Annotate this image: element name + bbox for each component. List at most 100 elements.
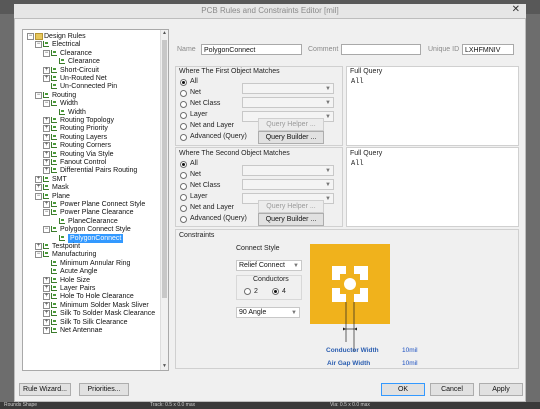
cancel-button[interactable]: Cancel [430, 383, 474, 396]
expand-icon[interactable]: + [43, 133, 50, 141]
comment-field[interactable] [341, 44, 421, 55]
first-query-helper-button[interactable]: Query Helper ... [258, 118, 324, 131]
scroll-up-icon[interactable]: ▲ [161, 30, 168, 37]
collapse-icon[interactable]: − [35, 251, 42, 259]
second-full-query-text: All [351, 160, 364, 168]
second-match-option-radio[interactable] [180, 216, 187, 223]
first-match-option-radio[interactable] [180, 123, 187, 130]
expand-icon[interactable]: + [35, 184, 42, 192]
unique-id-field[interactable]: LXHFMNIV [462, 44, 514, 55]
status-fragment-2: Track: 0.5 x 0.0 max [150, 402, 196, 408]
expand-icon[interactable]: + [43, 285, 50, 292]
expand-icon[interactable]: + [35, 243, 42, 250]
rule-icon [59, 234, 65, 241]
rule-wizard-button[interactable]: Rule Wizard... [19, 383, 71, 396]
apply-button[interactable]: Apply [479, 383, 523, 396]
angle-combo[interactable]: 90 Angle ▼ [236, 307, 300, 318]
collapse-icon[interactable]: − [43, 100, 50, 108]
second-match-option-radio[interactable] [180, 194, 187, 201]
expand-icon[interactable]: + [43, 159, 50, 166]
rule-icon [51, 285, 57, 291]
rule-icon [51, 100, 57, 107]
second-match-option-radio[interactable] [180, 183, 187, 190]
rule-icon [51, 142, 57, 149]
collapse-icon[interactable]: − [35, 91, 42, 99]
expand-icon[interactable]: + [43, 201, 50, 208]
conductor-width-value[interactable]: 10mil [402, 347, 418, 354]
first-netclass-combo[interactable]: ▼ [242, 97, 334, 108]
expand-icon[interactable]: + [43, 276, 50, 284]
second-full-query-label: Full Query [350, 150, 383, 157]
scroll-thumb[interactable] [162, 40, 167, 298]
expand-icon[interactable]: + [43, 310, 50, 318]
rule-icon [51, 310, 57, 317]
connect-style-value: Relief Connect [239, 262, 285, 269]
second-query-builder-button[interactable]: Query Builder ... [258, 213, 324, 226]
second-match-option-radio[interactable] [180, 205, 187, 212]
first-match-option-radio[interactable] [180, 90, 187, 97]
conductors-4-radio[interactable] [272, 288, 279, 295]
drill-hole [344, 278, 356, 290]
expand-icon[interactable]: + [43, 327, 50, 334]
collapse-icon[interactable]: − [35, 41, 42, 49]
rules-tree[interactable]: − Design Rules − Electrical − Clearance Cleara… [22, 29, 169, 371]
ok-button[interactable]: OK [381, 383, 425, 396]
first-match-option-radio[interactable] [180, 134, 187, 141]
status-strip: Rounds Shape Track: 0.5 x 0.0 max Via: 0… [0, 402, 540, 409]
first-query-builder-button[interactable]: Query Builder ... [258, 131, 324, 144]
constraints-group: Constraints Connect Style Relief Connect… [175, 229, 519, 369]
expand-icon[interactable]: + [43, 125, 50, 133]
conductors-4-label: 4 [282, 288, 286, 295]
second-full-query-box[interactable]: Full Query All [346, 147, 519, 227]
rule-icon [51, 133, 57, 140]
second-net-combo[interactable]: ▼ [242, 165, 334, 176]
conductors-2-label: 2 [254, 288, 258, 295]
priorities-button[interactable]: Priorities... [79, 383, 129, 396]
first-match-option-radio[interactable] [180, 112, 187, 119]
scroll-down-icon[interactable]: ▼ [161, 363, 168, 370]
expand-icon[interactable]: + [43, 293, 50, 301]
rule-icon [51, 117, 57, 123]
tree-scrollbar[interactable]: ▲ ▼ [160, 30, 168, 370]
expand-icon[interactable]: + [43, 117, 50, 124]
rule-icon [43, 91, 49, 98]
first-match-option-radio[interactable] [180, 101, 187, 108]
rule-icon [51, 293, 57, 300]
expand-icon[interactable]: + [43, 301, 50, 309]
constraints-title: Constraints [179, 232, 215, 239]
air-gap-value[interactable]: 10mil [402, 360, 418, 367]
first-full-query-box[interactable]: Full Query All [346, 66, 519, 146]
expand-icon[interactable]: + [43, 142, 50, 150]
collapse-icon[interactable]: − [43, 49, 50, 57]
second-match-option-radio[interactable] [180, 161, 187, 168]
connect-style-label: Connect Style [236, 245, 280, 252]
expand-icon[interactable]: + [35, 175, 42, 183]
first-match-group: Where The First Object Matches All Net Net… [175, 66, 343, 146]
collapse-icon[interactable]: − [35, 192, 42, 200]
angle-value: 90 Angle [239, 309, 267, 316]
close-icon[interactable]: ✕ [512, 4, 520, 15]
second-match-option-label: Advanced (Query) [190, 215, 247, 222]
name-field[interactable]: PolygonConnect [201, 44, 302, 55]
collapse-icon[interactable]: − [27, 33, 34, 40]
collapse-icon[interactable]: − [43, 226, 50, 234]
conductors-2-radio[interactable] [244, 288, 251, 295]
chevron-down-icon: ▼ [291, 310, 297, 316]
first-match-option-radio[interactable] [180, 79, 187, 86]
expand-icon[interactable]: + [43, 318, 50, 326]
connect-style-combo[interactable]: Relief Connect ▼ [236, 260, 302, 271]
second-query-helper-button[interactable]: Query Helper ... [258, 200, 324, 213]
collapse-icon[interactable]: − [43, 209, 50, 217]
expand-icon[interactable]: + [43, 150, 50, 158]
expand-icon[interactable]: + [43, 167, 50, 175]
second-netclass-combo[interactable]: ▼ [242, 179, 334, 190]
name-label: Name [177, 46, 196, 53]
rule-icon [51, 83, 57, 90]
rule-icon [51, 49, 57, 56]
expand-icon[interactable]: + [43, 66, 50, 74]
first-net-combo[interactable]: ▼ [242, 83, 334, 94]
second-match-option-radio[interactable] [180, 172, 187, 179]
rule-icon [51, 150, 57, 157]
conductors-label: Conductors [253, 276, 289, 283]
expand-icon[interactable]: + [43, 75, 50, 82]
